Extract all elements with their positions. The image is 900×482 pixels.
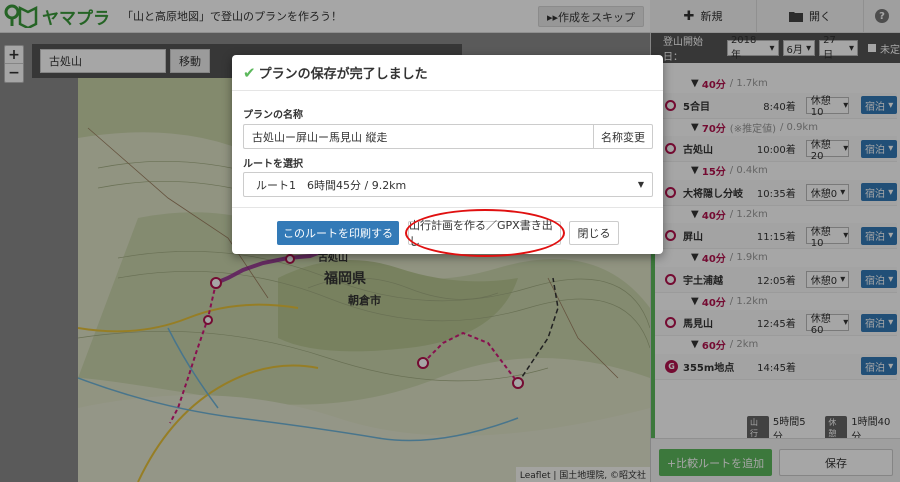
plan-name-label: プランの名称 (243, 110, 303, 121)
rename-button[interactable]: 名称変更 (593, 124, 653, 149)
plan-name-input[interactable]: 古処山ー屏山ー馬見山 縦走 (243, 124, 593, 149)
route-select[interactable]: ルート1 6時間45分 / 9.2km ▼ (243, 172, 653, 197)
dialog-title: ✔ プランの保存が完了しました (232, 55, 663, 91)
print-route-button[interactable]: このルートを印刷する (277, 221, 399, 245)
check-icon: ✔ (243, 63, 256, 82)
highlight-ellipse (405, 209, 565, 257)
dialog-title-text: プランの保存が完了しました (258, 67, 428, 82)
route-select-value: ルート1 6時間45分 / 9.2km (256, 178, 407, 192)
caret-down-icon: ▼ (637, 180, 644, 189)
plan-name-row: 古処山ー屏山ー馬見山 縦走 名称変更 (243, 124, 653, 149)
route-select-label: ルートを選択 (243, 159, 303, 170)
close-button[interactable]: 閉じる (569, 221, 619, 245)
